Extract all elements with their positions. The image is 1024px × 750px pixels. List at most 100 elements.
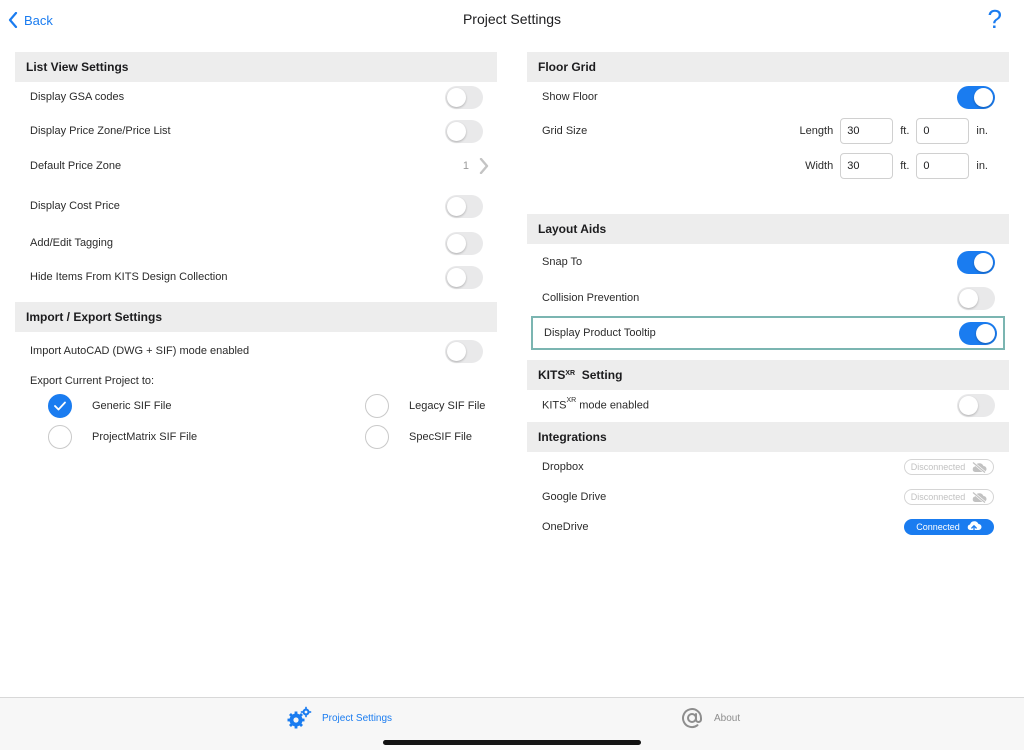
right-column: Floor Grid Show Floor Grid Size Length f…: [527, 52, 1009, 542]
row-label: Display Cost Price: [30, 200, 120, 212]
kits-row-suffix: mode enabled: [576, 399, 649, 412]
xr-superscript: XR: [566, 396, 577, 404]
export-option-generic-sif[interactable]: Generic SIF File: [48, 394, 171, 418]
row-snap-to: Snap To: [527, 244, 1009, 280]
display-gsa-codes-toggle[interactable]: [445, 85, 483, 109]
row-onedrive: OneDrive Connected: [527, 512, 1009, 542]
row-hide-items-kits: Hide Items From KITS Design Collection: [15, 256, 497, 298]
row-label: Show Floor: [542, 91, 598, 103]
radio-unchecked[interactable]: [365, 425, 389, 449]
radio-unchecked[interactable]: [365, 394, 389, 418]
row-default-price-zone[interactable]: Default Price Zone 1: [15, 150, 497, 182]
row-label: Hide Items From KITS Design Collection: [30, 271, 228, 283]
row-label: Display GSA codes: [30, 91, 125, 103]
display-cost-price-toggle[interactable]: [445, 194, 483, 218]
row-kits-xr-mode: KITSXR mode enabled: [527, 390, 1009, 420]
list-view-settings-header: List View Settings: [15, 52, 497, 82]
export-label: Export Current Project to:: [30, 375, 155, 387]
row-show-floor: Show Floor: [527, 82, 1009, 112]
left-column: List View Settings Display GSA codes Dis…: [15, 52, 497, 454]
radio-label: Generic SIF File: [92, 400, 172, 412]
navigation-bar: Back Project Settings ?: [0, 0, 1024, 40]
row-grid-size-width: Width ft. in.: [527, 150, 1009, 182]
hide-items-kits-toggle[interactable]: [445, 265, 483, 289]
row-import-autocad: Import AutoCAD (DWG + SIF) mode enabled: [15, 332, 497, 370]
in-unit: in.: [976, 125, 988, 137]
add-edit-tagging-toggle[interactable]: [445, 231, 483, 255]
radio-checked[interactable]: [48, 394, 72, 418]
kits-header-suffix: Setting: [581, 368, 623, 382]
radio-label: ProjectMatrix SIF File: [92, 431, 198, 443]
export-option-specsif[interactable]: SpecSIF File: [365, 425, 472, 449]
home-indicator: [383, 740, 641, 745]
layout-aids-header: Layout Aids: [527, 214, 1009, 244]
row-label: OneDrive: [542, 521, 589, 533]
tab-label: About: [714, 712, 741, 724]
kits-row-prefix: KITS: [542, 399, 567, 412]
at-sign-icon: [682, 708, 702, 729]
tab-project-settings[interactable]: Project Settings: [286, 706, 392, 730]
row-google-drive: Google Drive Disconnected: [527, 482, 1009, 512]
row-collision-prevention: Collision Prevention: [527, 280, 1009, 316]
status-label: Disconnected: [910, 462, 966, 472]
onedrive-status-button[interactable]: Connected: [904, 519, 994, 535]
import-autocad-toggle[interactable]: [445, 339, 483, 363]
row-label: Display Product Tooltip: [544, 327, 656, 339]
default-price-zone-value: 1: [462, 160, 469, 172]
row-label: Default Price Zone: [30, 160, 122, 172]
row-display-gsa-codes: Display GSA codes: [15, 82, 497, 112]
length-ft-input[interactable]: [840, 118, 894, 144]
tab-label: Project Settings: [322, 712, 393, 724]
gears-icon: [287, 706, 312, 729]
checkmark-icon: [54, 401, 66, 411]
tab-about[interactable]: About: [680, 706, 740, 730]
width-in-input[interactable]: [916, 153, 970, 179]
width-fields: Width ft. in.: [805, 153, 995, 179]
status-label: Connected: [916, 522, 960, 532]
width-label: Width: [805, 160, 834, 172]
row-display-product-tooltip: Display Product Tooltip: [531, 316, 1005, 350]
row-display-price-zone: Display Price Zone/Price List: [15, 112, 497, 150]
row-label: Google Drive: [542, 491, 607, 503]
row-label: Import AutoCAD (DWG + SIF) mode enabled: [30, 345, 250, 357]
show-floor-toggle[interactable]: [957, 85, 995, 109]
import-export-settings-header: Import / Export Settings: [15, 302, 497, 332]
ft-unit: ft.: [900, 160, 910, 172]
row-dropbox: Dropbox Disconnected: [527, 452, 1009, 482]
status-label: Disconnected: [910, 492, 966, 502]
kits-xr-setting-header: KITS XR Setting: [527, 360, 1009, 390]
radio-label: Legacy SIF File: [409, 400, 486, 412]
dropbox-status-button[interactable]: Disconnected: [904, 459, 994, 475]
collision-prevention-toggle[interactable]: [957, 286, 995, 310]
cloud-off-icon: [972, 461, 987, 473]
display-price-zone-toggle[interactable]: [445, 119, 483, 143]
length-in-input[interactable]: [916, 118, 970, 144]
cloud-off-icon: [972, 491, 987, 503]
kits-xr-mode-toggle[interactable]: [957, 393, 995, 417]
row-label: Display Price Zone/Price List: [30, 125, 171, 137]
row-add-edit-tagging: Add/Edit Tagging: [15, 230, 497, 256]
help-icon[interactable]: ?: [988, 4, 1002, 34]
kits-header-prefix: KITS: [538, 368, 566, 382]
radio-unchecked[interactable]: [48, 425, 72, 449]
page-title: Project Settings: [462, 11, 562, 27]
export-option-projectmatrix-sif[interactable]: ProjectMatrix SIF File: [48, 425, 197, 449]
snap-to-toggle[interactable]: [957, 250, 995, 274]
display-product-tooltip-toggle[interactable]: [959, 321, 997, 345]
chevron-right-icon: [479, 158, 489, 174]
length-fields: Length ft. in.: [800, 118, 995, 144]
google-drive-status-button[interactable]: Disconnected: [904, 489, 994, 505]
width-ft-input[interactable]: [840, 153, 894, 179]
row-label: Snap To: [542, 256, 583, 268]
row-label: Collision Prevention: [542, 292, 640, 304]
cloud-upload-icon: [967, 521, 982, 533]
row-display-cost-price: Display Cost Price: [15, 182, 497, 230]
export-option-legacy-sif[interactable]: Legacy SIF File: [365, 394, 485, 418]
radio-label: SpecSIF File: [409, 431, 472, 443]
in-unit: in.: [976, 160, 988, 172]
floor-grid-header: Floor Grid: [527, 52, 1009, 82]
row-label: Add/Edit Tagging: [30, 237, 113, 249]
row-label: Grid Size: [542, 125, 588, 137]
export-options: Generic SIF File Legacy SIF File Project…: [15, 392, 497, 454]
default-price-zone-selector[interactable]: 1: [463, 158, 489, 174]
